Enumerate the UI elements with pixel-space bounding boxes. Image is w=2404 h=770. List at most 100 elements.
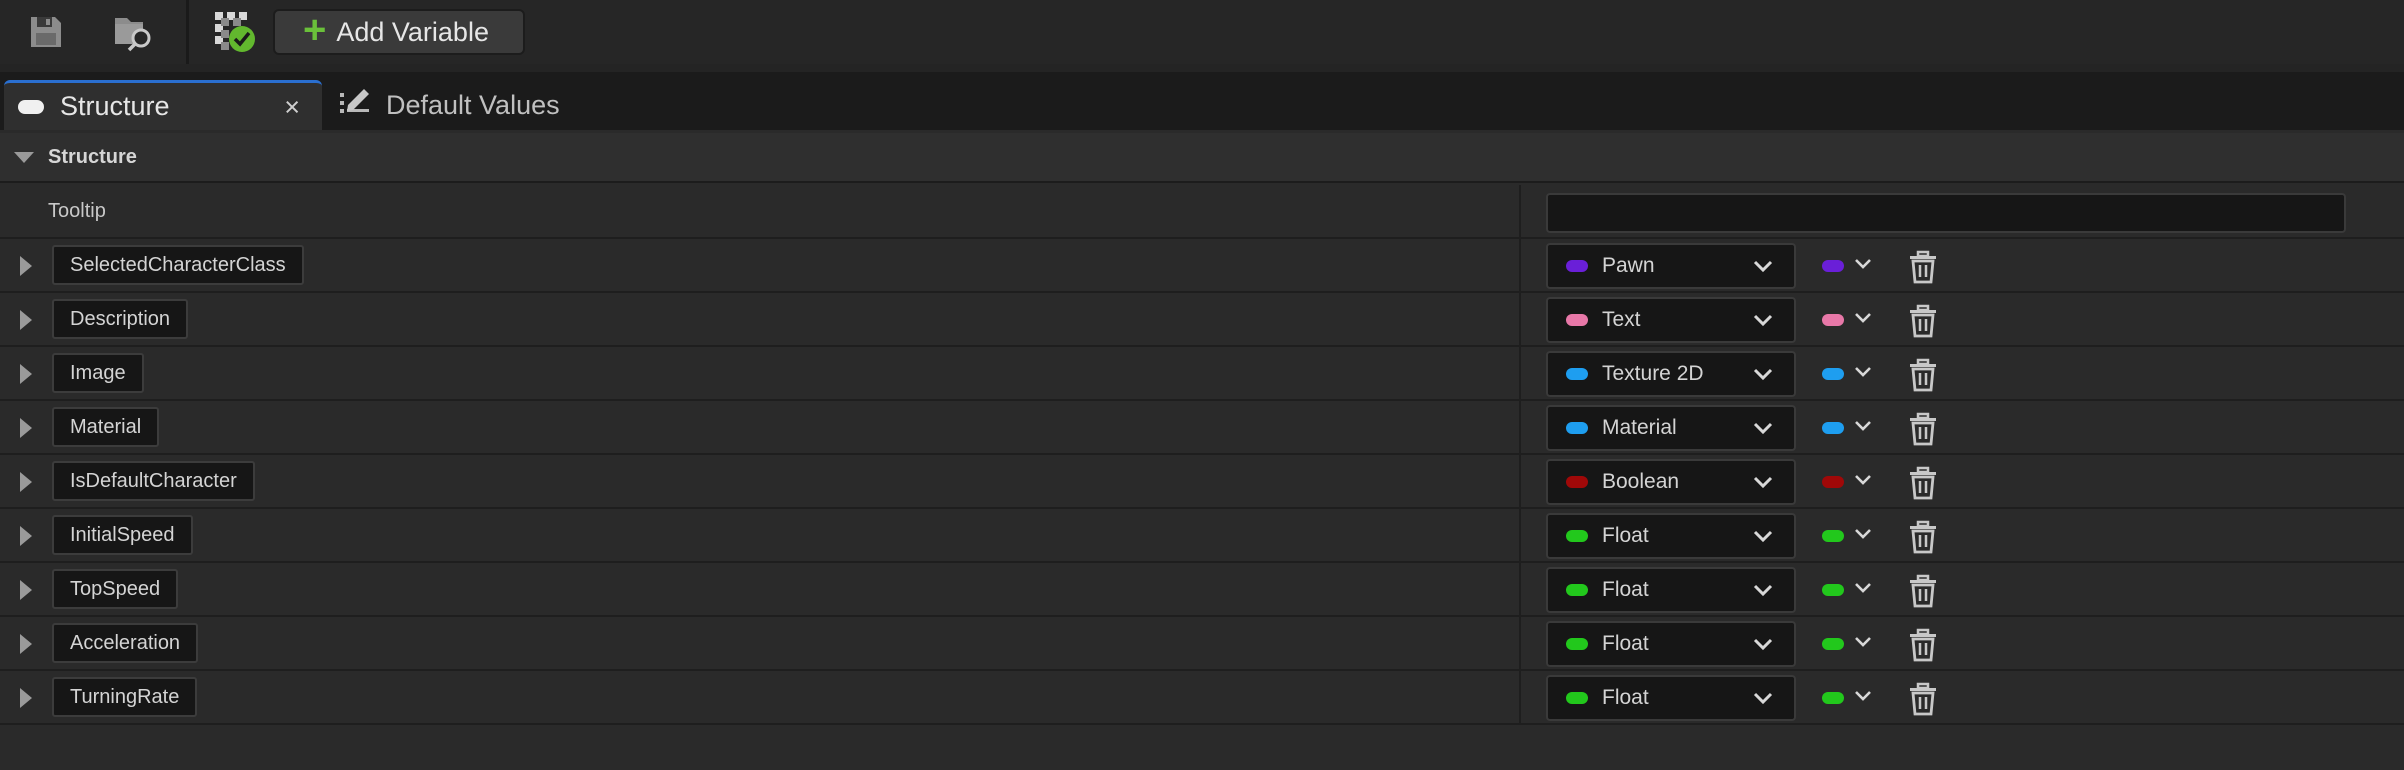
type-color-pill: [1566, 314, 1588, 326]
variable-type-label: Texture 2D: [1602, 362, 1704, 385]
toolbar: + Add Variable: [0, 0, 2404, 64]
variable-name-field[interactable]: InitialSpeed: [52, 515, 193, 555]
tab-default-values-label: Default Values: [386, 89, 560, 120]
browse-folder-icon[interactable]: [112, 10, 156, 54]
tab-bar: Structure × Default Values: [0, 72, 2404, 130]
container-color-pill: [1822, 476, 1844, 488]
variable-type-dropdown[interactable]: Texture 2D: [1546, 351, 1796, 397]
chevron-down-icon: [1854, 471, 1872, 494]
expand-arrow-icon[interactable]: [20, 256, 32, 276]
container-type-dropdown[interactable]: [1822, 573, 1882, 607]
container-color-pill: [1822, 530, 1844, 542]
chevron-down-icon: [1854, 255, 1872, 278]
type-color-pill: [1566, 422, 1588, 434]
container-type-dropdown[interactable]: [1822, 465, 1882, 499]
expand-arrow-icon[interactable]: [20, 472, 32, 492]
variable-row: IsDefaultCharacter Boolean: [0, 455, 2404, 509]
pill-icon: [18, 99, 44, 114]
delete-trash-icon[interactable]: [1906, 358, 1940, 392]
close-icon[interactable]: ×: [284, 92, 300, 123]
container-type-dropdown[interactable]: [1822, 303, 1882, 337]
container-color-pill: [1822, 422, 1844, 434]
variable-row: InitialSpeed Float: [0, 509, 2404, 563]
type-color-pill: [1566, 638, 1588, 650]
container-type-dropdown[interactable]: [1822, 249, 1882, 283]
delete-trash-icon[interactable]: [1906, 250, 1940, 284]
type-color-pill: [1566, 584, 1588, 596]
chevron-down-icon: [1752, 417, 1774, 445]
variable-type-dropdown[interactable]: Float: [1546, 567, 1796, 613]
variable-type-label: Pawn: [1602, 254, 1655, 277]
variable-type-label: Float: [1602, 578, 1649, 601]
variable-name-field[interactable]: IsDefaultCharacter: [52, 461, 255, 501]
container-color-pill: [1822, 314, 1844, 326]
variable-type-dropdown[interactable]: Float: [1546, 513, 1796, 559]
variable-type-dropdown[interactable]: Text: [1546, 297, 1796, 343]
variable-name-field[interactable]: SelectedCharacterClass: [52, 245, 304, 285]
variable-name-field[interactable]: Acceleration: [52, 623, 199, 663]
collapse-arrow-icon[interactable]: [14, 151, 34, 163]
tooltip-row: Tooltip: [0, 185, 2404, 239]
variable-type-dropdown[interactable]: Material: [1546, 405, 1796, 451]
column-divider: [1519, 671, 1521, 723]
structure-section-header[interactable]: Structure: [0, 133, 2404, 183]
expand-arrow-icon[interactable]: [20, 418, 32, 438]
expand-arrow-icon[interactable]: [20, 580, 32, 600]
tooltip-label: Tooltip: [48, 200, 106, 222]
chevron-down-icon: [1752, 471, 1774, 499]
container-color-pill: [1822, 692, 1844, 704]
container-type-dropdown[interactable]: [1822, 681, 1882, 715]
column-divider: [1519, 563, 1521, 615]
variable-name-field[interactable]: TopSpeed: [52, 569, 179, 609]
chevron-down-icon: [1854, 309, 1872, 332]
variable-type-label: Float: [1602, 632, 1649, 655]
delete-trash-icon[interactable]: [1906, 304, 1940, 338]
expand-arrow-icon[interactable]: [20, 688, 32, 708]
container-color-pill: [1822, 638, 1844, 650]
variable-name-field[interactable]: TurningRate: [52, 677, 198, 717]
variable-type-dropdown[interactable]: Boolean: [1546, 459, 1796, 505]
add-variable-label: Add Variable: [336, 16, 489, 47]
container-type-dropdown[interactable]: [1822, 411, 1882, 445]
save-icon[interactable]: [24, 10, 68, 54]
variable-type-dropdown[interactable]: Pawn: [1546, 243, 1796, 289]
chevron-down-icon: [1752, 687, 1774, 715]
column-divider: [1519, 401, 1521, 453]
section-title: Structure: [48, 145, 137, 168]
delete-trash-icon[interactable]: [1906, 412, 1940, 446]
variable-type-dropdown[interactable]: Float: [1546, 621, 1796, 667]
container-type-dropdown[interactable]: [1822, 519, 1882, 553]
variable-name-field[interactable]: Image: [52, 353, 144, 393]
expand-arrow-icon[interactable]: [20, 310, 32, 330]
chevron-down-icon: [1752, 579, 1774, 607]
variable-row: Image Texture 2D: [0, 347, 2404, 401]
variable-name-field[interactable]: Material: [52, 407, 160, 447]
delete-trash-icon[interactable]: [1906, 682, 1940, 716]
variable-type-dropdown[interactable]: Float: [1546, 675, 1796, 721]
expand-arrow-icon[interactable]: [20, 526, 32, 546]
container-type-dropdown[interactable]: [1822, 357, 1882, 391]
delete-trash-icon[interactable]: [1906, 574, 1940, 608]
delete-trash-icon[interactable]: [1906, 520, 1940, 554]
variable-name-field[interactable]: Description: [52, 299, 189, 339]
container-type-dropdown[interactable]: [1822, 627, 1882, 661]
delete-trash-icon[interactable]: [1906, 628, 1940, 662]
tooltip-input[interactable]: [1546, 193, 2346, 233]
column-divider: [1519, 293, 1521, 345]
tab-structure[interactable]: Structure ×: [4, 80, 322, 130]
variable-row: SelectedCharacterClass Pawn: [0, 239, 2404, 293]
edit-pencil-icon: [338, 85, 372, 126]
add-variable-button[interactable]: + Add Variable: [273, 9, 525, 55]
type-color-pill: [1566, 476, 1588, 488]
chevron-down-icon: [1854, 525, 1872, 548]
delete-trash-icon[interactable]: [1906, 466, 1940, 500]
variable-type-label: Text: [1602, 308, 1641, 331]
column-divider: [1519, 509, 1521, 561]
variable-row: Description Text: [0, 293, 2404, 347]
validate-check-icon[interactable]: [213, 10, 257, 54]
expand-arrow-icon[interactable]: [20, 634, 32, 654]
tab-default-values[interactable]: Default Values: [334, 80, 560, 130]
expand-arrow-icon[interactable]: [20, 364, 32, 384]
variable-row: Acceleration Float: [0, 617, 2404, 671]
container-color-pill: [1822, 260, 1844, 272]
